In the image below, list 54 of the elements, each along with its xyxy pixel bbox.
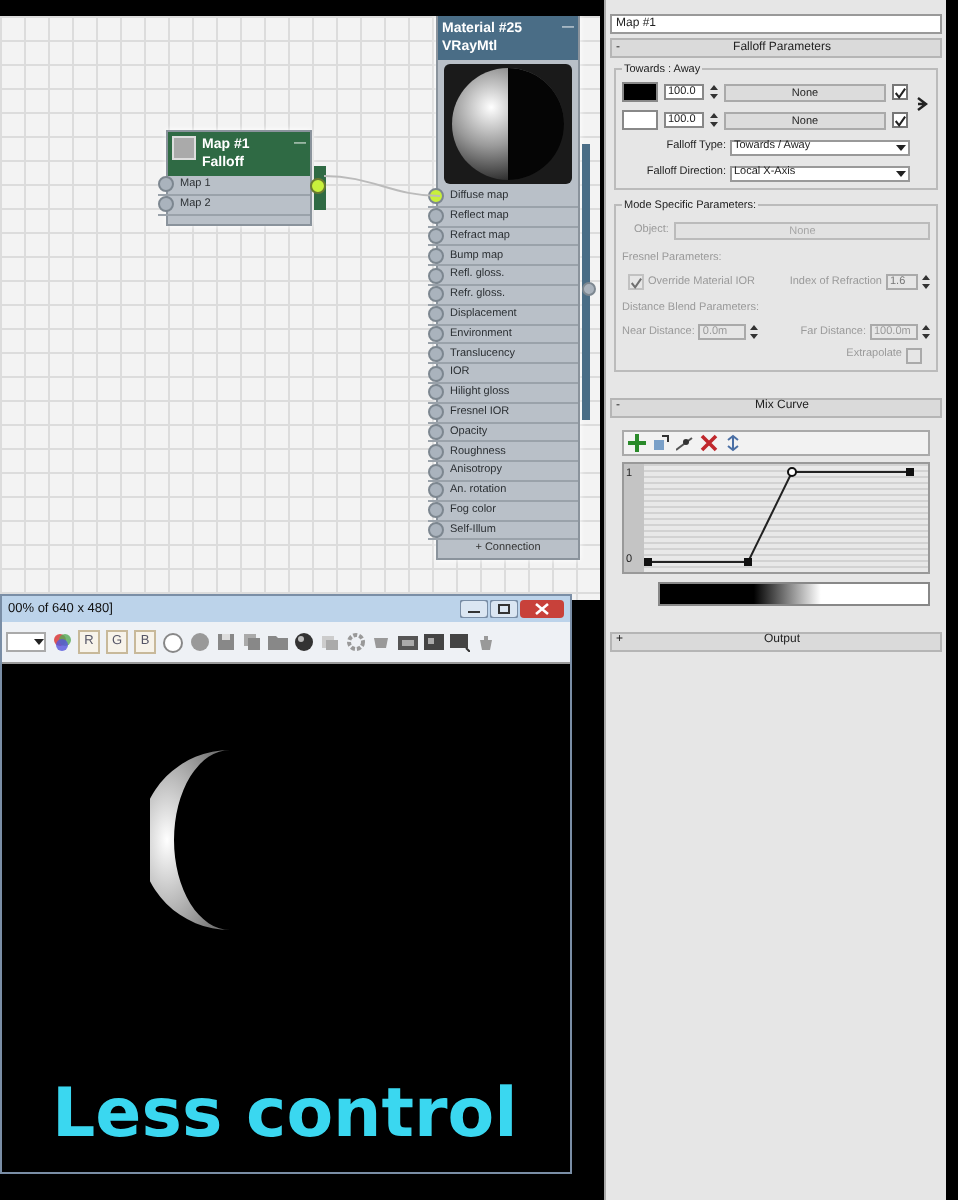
input-socket[interactable] [428, 345, 444, 362]
maximize-icon [490, 600, 518, 618]
input-socket[interactable] [428, 443, 444, 460]
dropdown[interactable] [6, 632, 46, 652]
delete-icon [700, 433, 718, 451]
dropdown-arrow-icon [896, 143, 906, 151]
color-channels-icon [52, 632, 72, 652]
output-socket[interactable] [582, 282, 596, 296]
alpha-circle-icon [162, 631, 184, 653]
dropdown-arrow-icon [34, 638, 44, 646]
dropdown-arrow-icon [896, 169, 906, 177]
caption-text: Less control [52, 1072, 518, 1158]
spinner-arrows-icon [922, 273, 930, 290]
input-socket[interactable] [158, 196, 174, 213]
spinner-arrows-icon [710, 84, 718, 100]
cup-icon [372, 632, 392, 652]
monitor-icon [450, 632, 470, 652]
sphere-icon [190, 632, 210, 652]
connection-wire [322, 172, 442, 200]
spinner-arrows-icon [710, 112, 718, 128]
checkbox[interactable] [906, 347, 922, 363]
input-socket[interactable] [428, 463, 444, 480]
film-icon [398, 632, 418, 652]
close-icon [520, 600, 564, 618]
copy-icon [242, 632, 262, 652]
input-socket[interactable] [428, 365, 444, 382]
color-swatch[interactable] [622, 82, 658, 102]
color-swatch[interactable] [622, 110, 658, 130]
render-icon [294, 632, 314, 652]
checkbox[interactable] [892, 84, 908, 100]
input-socket[interactable] [428, 384, 444, 401]
input-socket[interactable] [158, 176, 174, 193]
folder-icon [268, 632, 288, 652]
reset-icon [724, 433, 742, 451]
input-socket[interactable] [428, 267, 444, 284]
duplicate-icon [320, 632, 340, 652]
input-socket[interactable] [428, 306, 444, 323]
spinner-arrows-icon [922, 324, 930, 340]
input-socket[interactable] [428, 208, 444, 225]
map-thumbnail [172, 136, 196, 160]
input-socket[interactable] [428, 286, 444, 303]
input-socket[interactable] [428, 404, 444, 421]
input-socket[interactable] [428, 502, 444, 519]
move-icon [628, 433, 646, 451]
checkbox[interactable] [892, 112, 908, 128]
frame-icon [424, 632, 444, 652]
save-icon [216, 632, 236, 652]
minimize-icon [460, 600, 488, 618]
input-socket[interactable] [428, 247, 444, 264]
add-point-icon [676, 433, 694, 451]
scale-icon [652, 433, 670, 451]
input-socket[interactable] [428, 188, 444, 205]
input-socket[interactable] [428, 482, 444, 499]
spinner-arrows-icon [750, 324, 759, 340]
